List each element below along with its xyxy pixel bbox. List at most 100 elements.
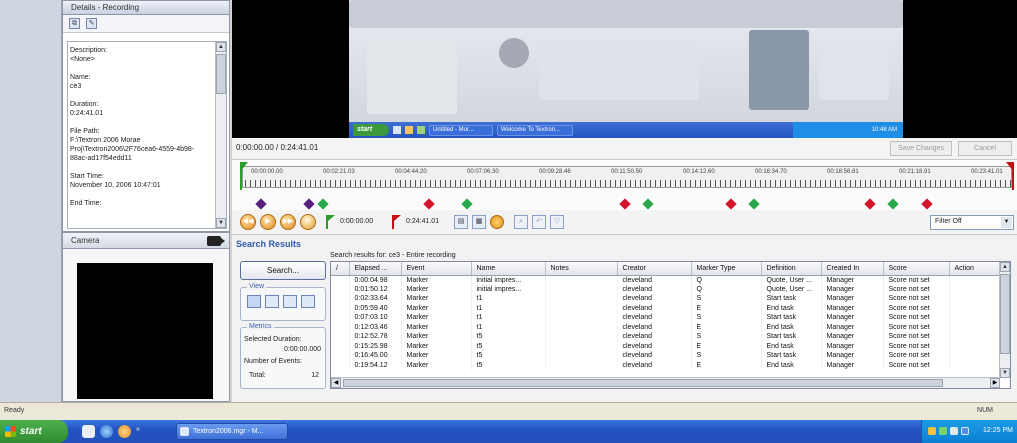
scroll-thumb[interactable] [216, 54, 226, 94]
status-text: Ready [4, 407, 25, 414]
camera-view [77, 263, 213, 399]
timeline-marker[interactable] [863, 198, 876, 210]
marker-icon[interactable] [490, 215, 504, 229]
table-horizontal-scrollbar[interactable]: ◀ ▶ [331, 377, 1000, 388]
table-row[interactable]: 0:12:52.78 Marker t5 cleveland S Start task Ma… [331, 332, 1001, 342]
scroll-up-icon[interactable]: ▲ [1000, 262, 1010, 272]
scroll-right-icon[interactable]: ▶ [990, 378, 1000, 388]
camera-icon[interactable] [207, 236, 225, 246]
save-clip-icon[interactable]: ▤ [454, 215, 468, 229]
details-text: Description: <None> Name: ce3 Duration: … [70, 47, 195, 207]
taskbar-app-button[interactable]: Textron2006.mgr - M... [176, 423, 288, 440]
timeline-marker[interactable] [303, 198, 315, 210]
table-cell: t5 [471, 351, 546, 361]
timeline-marker[interactable] [317, 198, 329, 210]
view-details-icon[interactable] [247, 295, 261, 308]
start-button[interactable]: start [0, 420, 68, 443]
scroll-thumb[interactable] [1000, 274, 1010, 354]
table-cell [545, 313, 618, 323]
view-grid-icon[interactable] [283, 295, 297, 308]
column-header[interactable]: Name [471, 262, 546, 276]
scroll-down-icon[interactable]: ▼ [216, 218, 226, 228]
end-marker-flag-icon[interactable] [392, 215, 402, 229]
tray-icon[interactable] [950, 427, 958, 435]
timeline-marker[interactable] [748, 198, 760, 210]
scroll-up-icon[interactable]: ▲ [216, 42, 226, 52]
table-row[interactable]: 0:00:04.98 Marker initial impres... clevela… [331, 275, 1001, 285]
filter-dropdown[interactable]: Filter Off ▼ [930, 215, 1014, 230]
start-marker-flag-icon[interactable] [326, 215, 336, 229]
filter-icon[interactable]: ▽ [550, 215, 564, 229]
scroll-thumb[interactable] [343, 379, 943, 387]
quick-launch-chevron-icon[interactable]: » [136, 426, 140, 433]
save-changes-button[interactable]: Save Changes [890, 141, 952, 156]
table-row[interactable]: 0:02:33.64 Marker t1 cleveland S Start task Ma… [331, 294, 1001, 304]
timeline-marker[interactable] [921, 198, 933, 210]
view-list-icon[interactable] [265, 295, 279, 308]
rewind-icon[interactable]: ◀◀ [240, 214, 256, 230]
table-row[interactable]: 0:12:03.46 Marker t1 cleveland E End task Mana… [331, 322, 1001, 332]
table-cell: Manager [821, 284, 884, 294]
internet-explorer-icon[interactable] [100, 425, 113, 438]
end-flag-icon[interactable] [1006, 162, 1014, 172]
search-button[interactable]: Search... [240, 261, 326, 280]
timeline-marker[interactable] [725, 198, 737, 210]
chevron-down-icon[interactable]: ▼ [1001, 217, 1012, 228]
zoom-icon[interactable]: ⌕ [514, 215, 528, 229]
film-icon[interactable]: ▦ [472, 215, 486, 229]
fast-forward-icon[interactable]: ▶▶ [280, 214, 296, 230]
media-player-icon[interactable] [118, 425, 131, 438]
table-row[interactable]: 0:16:45.00 Marker t5 cleveland S Start task Ma… [331, 351, 1001, 361]
table-cell: t5 [471, 360, 546, 370]
column-header[interactable]: Created In [821, 262, 884, 276]
table-row[interactable]: 0:19:54.12 Marker t5 cleveland E End task Mana… [331, 360, 1001, 370]
tray-icon[interactable] [939, 427, 947, 435]
column-header[interactable]: Score [883, 262, 950, 276]
timeline[interactable]: 00:00:00.00 00:02:21.03 00:04:44.20 00:07:0… [232, 160, 1017, 210]
scroll-left-icon[interactable]: ◀ [331, 378, 341, 388]
table-row[interactable]: 0:07:03.10 Marker t1 cleveland S Start task Ma… [331, 313, 1001, 323]
timeline-marker[interactable] [423, 198, 435, 210]
timeline-ruler[interactable]: 00:00:00.00 00:02:21.03 00:04:44.20 00:07:0… [242, 166, 1012, 188]
column-header[interactable]: Event [401, 262, 472, 276]
cancel-button[interactable]: Cancel [958, 141, 1012, 156]
timeline-marker[interactable] [461, 198, 473, 210]
column-header[interactable]: Action [949, 262, 1001, 276]
column-header[interactable]: Elapsed ... [349, 262, 402, 276]
table-cell: Manager [821, 303, 884, 313]
view-chart-icon[interactable] [301, 295, 315, 308]
table-vertical-scrollbar[interactable]: ▲ ▼ [999, 262, 1010, 378]
table-cell [949, 275, 1001, 285]
column-header[interactable]: Creator [617, 262, 692, 276]
column-header[interactable]: / [331, 262, 350, 276]
copy-icon[interactable]: ⧉ [69, 18, 80, 29]
column-header[interactable]: Notes [545, 262, 618, 276]
timeline-marker[interactable] [619, 198, 631, 210]
play-icon[interactable]: ▶ [260, 214, 276, 230]
table-cell: 0:07:03.10 [349, 313, 402, 323]
timeline-marker[interactable] [255, 198, 267, 210]
start-flag-icon[interactable] [240, 162, 248, 172]
video-player[interactable]: start Untitled - Mor... Welcome To Textr… [232, 0, 1017, 138]
edit-icon[interactable]: ✎ [86, 18, 97, 29]
table-cell: cleveland [617, 360, 692, 370]
timeline-marker[interactable] [886, 198, 899, 210]
tray-icon[interactable] [961, 427, 969, 435]
details-scrollbar[interactable]: ▲ ▼ [215, 42, 226, 228]
timeline-marker[interactable] [642, 198, 654, 210]
table-row[interactable]: 0:05:59.40 Marker t1 cleveland E End task Mana… [331, 303, 1001, 313]
table-cell: S [691, 351, 762, 361]
table-row[interactable]: 0:01:50.12 Marker initial impres... clevela… [331, 284, 1001, 294]
column-header[interactable]: Marker Type [691, 262, 762, 276]
loop-icon[interactable]: ↻ [300, 214, 316, 230]
table-row[interactable]: 0:15:25.98 Marker t5 cleveland E End task Mana… [331, 341, 1001, 351]
video-blur-avatar [499, 38, 529, 68]
table-cell: t1 [471, 294, 546, 304]
undo-icon[interactable]: ↶ [532, 215, 546, 229]
column-header[interactable]: Definition [761, 262, 822, 276]
tray-icon[interactable] [928, 427, 936, 435]
results-table[interactable]: / Elapsed ... Event Name Notes Creator Marker … [330, 261, 1011, 389]
table-cell: Marker [401, 275, 472, 285]
show-desktop-icon[interactable] [82, 425, 95, 438]
scroll-down-icon[interactable]: ▼ [1000, 368, 1010, 378]
